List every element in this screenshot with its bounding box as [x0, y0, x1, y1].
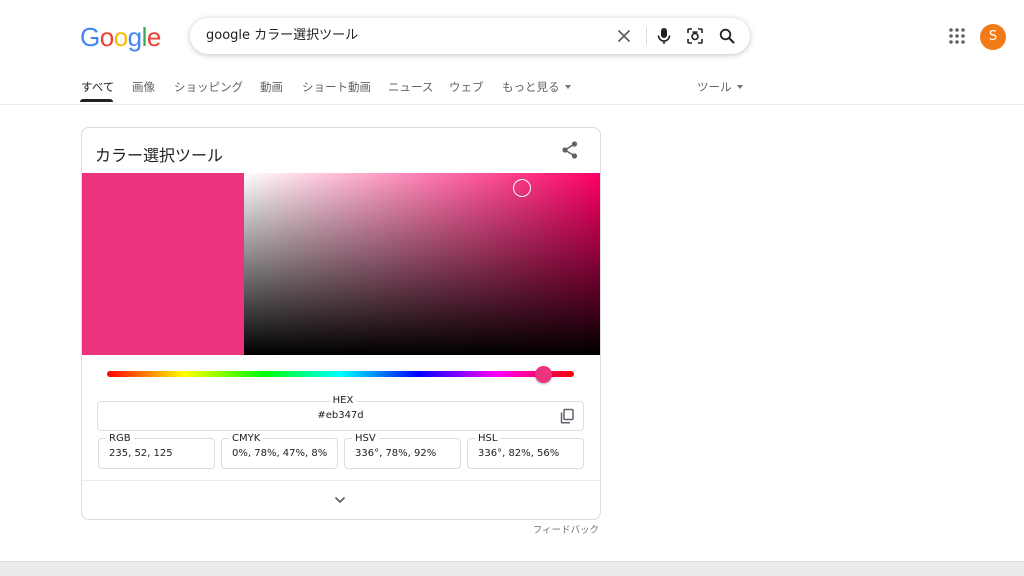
- hsv-value[interactable]: 336°, 78%, 92%: [355, 448, 436, 460]
- hsl-value[interactable]: 336°, 82%, 56%: [478, 448, 559, 460]
- microphone-icon[interactable]: [654, 26, 674, 46]
- tab-more[interactable]: もっと見る: [502, 79, 571, 95]
- tab-news[interactable]: ニュース: [388, 79, 433, 95]
- tab-images[interactable]: 画像: [132, 79, 155, 95]
- hue-slider[interactable]: [107, 371, 574, 377]
- saturation-value-handle[interactable]: [513, 179, 531, 197]
- search-icon[interactable]: [717, 26, 737, 46]
- logo-letter-2: o: [99, 22, 114, 52]
- tools-label: ツール: [697, 80, 732, 94]
- rgb-label: RGB: [106, 433, 134, 445]
- header: Google google カラー選択ツール S: [0, 0, 1024, 72]
- logo-letter-3: o: [113, 22, 128, 52]
- hue-slider-thumb[interactable]: [535, 366, 552, 383]
- hsv-label: HSV: [352, 433, 379, 445]
- apps-grid-icon[interactable]: [948, 27, 966, 45]
- caret-down-icon: [736, 85, 743, 89]
- hsv-field[interactable]: HSV 336°, 78%, 92%: [344, 433, 461, 469]
- tab-more-label: もっと見る: [502, 80, 560, 94]
- search-tabs: すべて 画像 ショッピング 動画 ショート動画 ニュース ウェブ もっと見る ツ…: [0, 72, 1024, 105]
- logo-letter-4: g: [127, 22, 142, 52]
- rgb-field[interactable]: RGB 235, 52, 125: [98, 433, 215, 469]
- cmyk-label: CMYK: [229, 433, 264, 445]
- share-icon[interactable]: [560, 140, 580, 160]
- chevron-down-icon[interactable]: [333, 492, 347, 506]
- search-box[interactable]: google カラー選択ツール: [190, 18, 750, 54]
- hsl-label: HSL: [475, 433, 501, 445]
- tab-shopping[interactable]: ショッピング: [174, 79, 243, 95]
- saturation-value-area[interactable]: [244, 173, 600, 355]
- tab-videos[interactable]: 動画: [260, 79, 283, 95]
- logo-letter-1: G: [80, 22, 100, 52]
- hex-label: HEX: [329, 395, 357, 407]
- search-divider: [646, 27, 647, 45]
- card-title: カラー選択ツール: [95, 146, 224, 165]
- rgb-value[interactable]: 235, 52, 125: [109, 448, 173, 460]
- hex-field[interactable]: HEX #eb347d: [97, 395, 584, 431]
- lens-camera-icon[interactable]: [685, 26, 705, 46]
- color-preview-swatch: [82, 173, 244, 355]
- avatar[interactable]: S: [980, 24, 1006, 50]
- close-icon[interactable]: [614, 26, 634, 46]
- cmyk-field[interactable]: CMYK 0%, 78%, 47%, 8%: [221, 433, 338, 469]
- hsl-field[interactable]: HSL 336°, 82%, 56%: [467, 433, 584, 469]
- hex-value[interactable]: #eb347d: [98, 410, 583, 422]
- google-logo[interactable]: Google: [80, 20, 161, 54]
- tools-button[interactable]: ツール: [697, 79, 743, 95]
- window-bottom-edge: [0, 561, 1024, 576]
- active-tab-indicator: [80, 99, 113, 102]
- tab-all[interactable]: すべて: [81, 79, 114, 95]
- cmyk-value[interactable]: 0%, 78%, 47%, 8%: [232, 448, 327, 460]
- copy-icon[interactable]: [559, 408, 575, 424]
- tab-short-videos[interactable]: ショート動画: [302, 79, 371, 95]
- feedback-link[interactable]: フィードバック: [533, 522, 599, 536]
- color-picker-card: カラー選択ツール HEX #eb347d RGB 235, 52, 125 CM…: [81, 127, 601, 520]
- logo-letter-6: e: [146, 22, 161, 52]
- search-input[interactable]: google カラー選択ツール: [206, 18, 358, 54]
- tab-web[interactable]: ウェブ: [449, 79, 484, 95]
- caret-down-icon: [564, 85, 571, 89]
- card-divider: [82, 480, 600, 481]
